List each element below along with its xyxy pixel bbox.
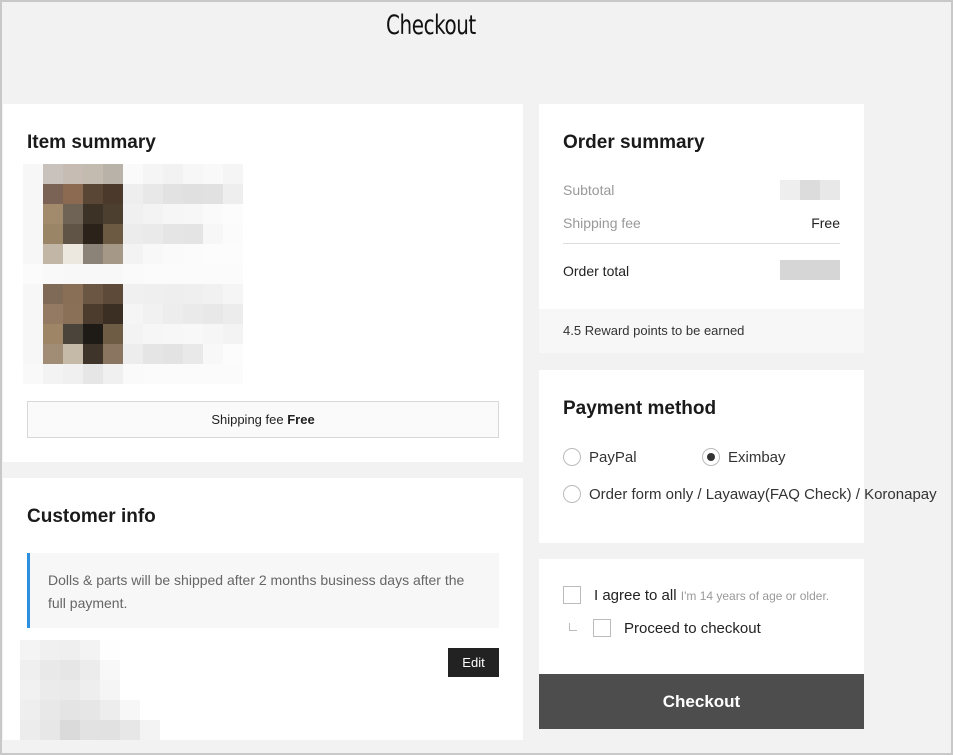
- order-total-label: Order total: [563, 263, 630, 279]
- page-title: Checkout: [386, 10, 476, 41]
- customer-address-blurred: [20, 640, 180, 740]
- item-summary-heading: Item summary: [27, 132, 156, 153]
- paypal-radio[interactable]: [563, 448, 581, 466]
- customer-info-panel: Customer info Dolls & parts will be ship…: [3, 478, 523, 740]
- shipping-label: Shipping fee: [563, 215, 641, 231]
- shipping-value: Free: [811, 215, 840, 231]
- reward-points-bar: 4.5 Reward points to be earned: [539, 309, 864, 353]
- item-list-blurred: [23, 164, 503, 404]
- shipping-notice: Dolls & parts will be shipped after 2 mo…: [27, 553, 499, 628]
- summary-divider: [563, 243, 840, 244]
- customer-info-heading: Customer info: [27, 506, 156, 527]
- payment-method-panel: Payment method PayPal Eximbay: [539, 370, 864, 543]
- edit-button[interactable]: Edit: [448, 648, 499, 677]
- order-summary-heading: Order summary: [563, 132, 705, 153]
- subtotal-value-blurred: [780, 180, 840, 200]
- payment-method-heading: Payment method: [563, 398, 717, 419]
- reward-points-label: Reward points to be earned: [584, 323, 745, 338]
- checkout-button[interactable]: Checkout: [539, 674, 864, 729]
- shipping-row: Shipping fee Free: [563, 215, 840, 231]
- agreement-panel: I agree to all I'm 14 years of age or ol…: [539, 559, 864, 674]
- item-shipping-fee-bar: Shipping fee Free: [27, 401, 499, 438]
- age-note: I'm 14 years of age or older.: [680, 589, 830, 603]
- order-form-label[interactable]: Order form only / Layaway(FAQ Check) / K…: [589, 486, 937, 503]
- item-shipping-fee-value: Free: [287, 412, 315, 427]
- agree-all-checkbox[interactable]: [563, 586, 581, 604]
- eximbay-label[interactable]: Eximbay: [728, 449, 786, 466]
- subtotal-label: Subtotal: [563, 182, 615, 198]
- proceed-label[interactable]: Proceed to checkout: [624, 620, 761, 637]
- item-shipping-fee-label: Shipping fee: [211, 412, 284, 427]
- eximbay-radio[interactable]: [702, 448, 720, 466]
- agree-all-label[interactable]: I agree to all I'm 14 years of age or ol…: [594, 587, 829, 604]
- item-summary-panel: Item summary Shipping fee Free: [3, 104, 523, 462]
- paypal-label[interactable]: PayPal: [589, 449, 637, 466]
- subtotal-row: Subtotal: [563, 180, 840, 200]
- proceed-checkbox[interactable]: [593, 619, 611, 637]
- order-total-row: Order total: [563, 260, 840, 280]
- reward-points-value: 4.5: [563, 323, 582, 338]
- order-form-radio[interactable]: [563, 485, 581, 503]
- agree-all-text: I agree to all: [594, 587, 677, 604]
- order-total-value-blurred: [780, 260, 840, 280]
- order-summary-panel: Order summary Subtotal Shipping fee Free…: [539, 104, 864, 353]
- sub-item-indicator: [569, 623, 577, 631]
